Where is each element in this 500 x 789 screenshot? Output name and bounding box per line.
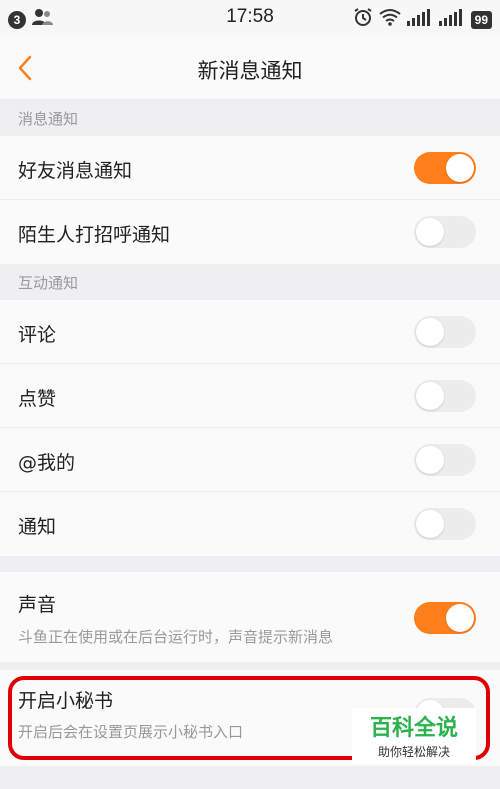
row-description: 斗鱼正在使用或在后台运行时，声音提示新消息 xyxy=(18,628,334,646)
toggle-knob xyxy=(416,218,444,246)
watermark-title: 百科全说 xyxy=(369,716,458,741)
bottom-fill xyxy=(0,766,500,789)
status-right: 99 xyxy=(353,7,492,32)
row-label: 点赞 xyxy=(18,388,57,410)
section-gap xyxy=(0,556,500,572)
row-comment: 评论 xyxy=(0,300,500,364)
notice-toggle[interactable] xyxy=(414,508,476,540)
toggle-knob xyxy=(446,154,474,182)
comment-toggle[interactable] xyxy=(414,316,476,348)
row-stranger-notification: 陌生人打招呼通知 xyxy=(0,200,500,264)
row-sound: 声音 斗鱼正在使用或在后台运行时，声音提示新消息 xyxy=(0,572,500,662)
wifi-icon xyxy=(379,8,401,31)
section-header-interaction: 互动通知 xyxy=(0,264,500,300)
like-toggle[interactable] xyxy=(414,380,476,412)
toggle-knob xyxy=(416,446,444,474)
row-label: 声音 xyxy=(18,594,57,616)
page-title: 新消息通知 xyxy=(197,59,303,83)
signal-icon-1 xyxy=(406,8,433,31)
row-label: 评论 xyxy=(18,324,57,346)
nav-bar: 新消息通知 xyxy=(0,36,500,100)
row-friend-notification: 好友消息通知 xyxy=(0,136,500,200)
toggle-knob xyxy=(416,382,444,410)
row-mention: @我的 xyxy=(0,428,500,492)
toggle-knob xyxy=(416,510,444,538)
signal-icon-2 xyxy=(438,8,465,31)
friend-notification-toggle[interactable] xyxy=(414,152,476,184)
toggle-knob xyxy=(446,604,474,632)
status-bar: 3 17:58 99 xyxy=(0,0,500,36)
stranger-notification-toggle[interactable] xyxy=(414,216,476,248)
sound-toggle[interactable] xyxy=(414,602,476,634)
row-like: 点赞 xyxy=(0,364,500,428)
watermark-logo: 百科全说 助你轻松解决 xyxy=(352,708,476,764)
section-header-message: 消息通知 xyxy=(0,100,500,136)
row-label: 好友消息通知 xyxy=(18,160,133,182)
row-label: 通知 xyxy=(18,516,57,538)
mention-toggle[interactable] xyxy=(414,444,476,476)
toggle-knob xyxy=(416,318,444,346)
row-label: @我的 xyxy=(18,452,76,474)
row-label: 陌生人打招呼通知 xyxy=(18,224,171,246)
alarm-icon xyxy=(353,7,373,32)
battery-icon: 99 xyxy=(470,10,492,29)
watermark-subtitle: 助你轻松解决 xyxy=(377,745,450,759)
row-notice: 通知 xyxy=(0,492,500,556)
